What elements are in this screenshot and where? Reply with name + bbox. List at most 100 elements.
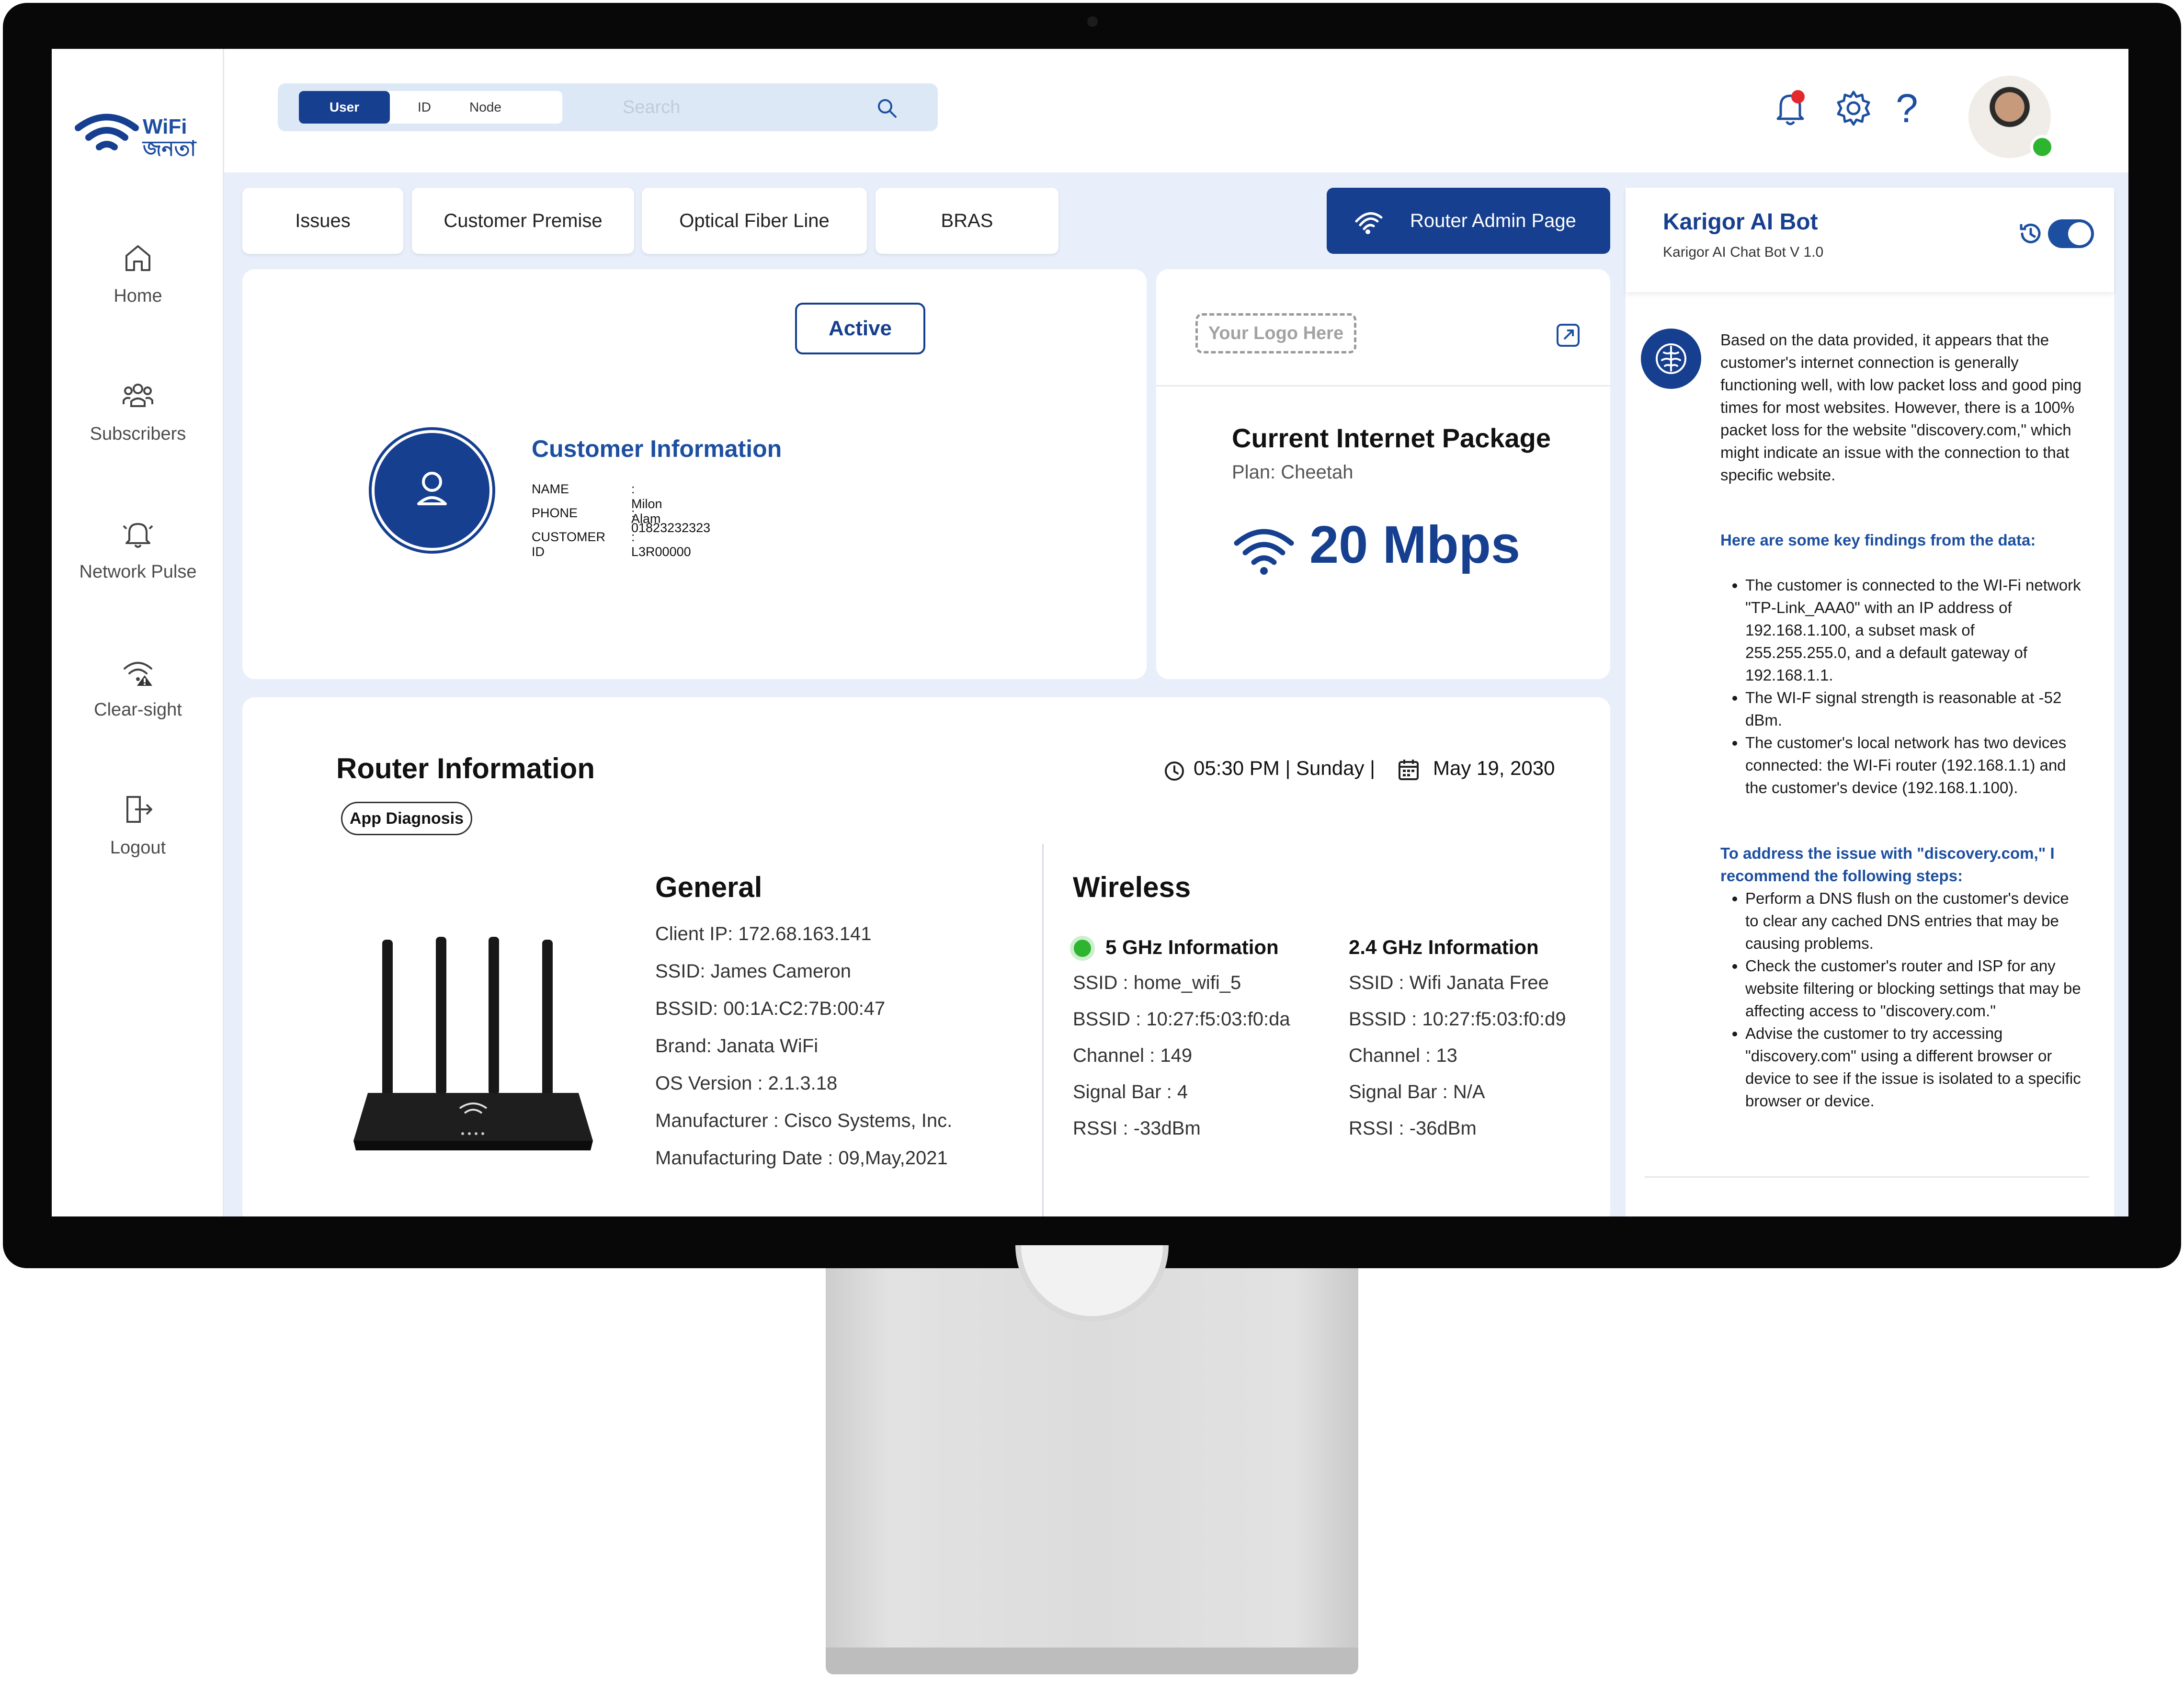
sidebar-item-network-pulse[interactable]: Network Pulse <box>52 516 224 582</box>
sidebar-item-home[interactable]: Home <box>52 240 224 307</box>
list-item: The customer's local network has two dev… <box>1745 731 2084 799</box>
top-header: User ID Node Search ? <box>224 49 2128 172</box>
router-signal-icon <box>1355 212 1383 234</box>
field-label: CUSTOMER ID <box>532 530 606 559</box>
wifi-logo-icon <box>75 114 139 150</box>
camera-dot <box>1087 16 1098 27</box>
app-diagnosis-badge[interactable]: App Diagnosis <box>341 802 472 835</box>
ghz24-title: 2.4 GHz Information <box>1349 936 1539 958</box>
users-icon <box>123 384 153 407</box>
status-dot <box>1070 936 1095 961</box>
sidebar-item-label: Home <box>114 286 162 306</box>
bot-steps-title: To address the issue with "discovery.com… <box>1720 844 2055 885</box>
chatbot-divider <box>1645 1176 2089 1178</box>
tab-optical-fiber-line[interactable]: Optical Fiber Line <box>642 188 867 254</box>
bot-steps-list: Perform a DNS flush on the customer's de… <box>1720 887 2084 1112</box>
list-item: The WI-F signal strength is reasonable a… <box>1745 686 2084 731</box>
scope-id-option[interactable]: ID <box>418 91 431 124</box>
logo-text: WiFi জনতা <box>143 115 196 160</box>
sidebar: WiFi জনতা Home Subscribers Network Pulse… <box>52 49 224 1216</box>
divider <box>1156 385 1610 386</box>
sidebar-item-clear-sight[interactable]: Clear-sight <box>52 654 224 720</box>
toggle-knob <box>2068 222 2091 245</box>
package-plan: Plan: Cheetah <box>1232 462 1354 483</box>
router-image <box>353 937 593 1150</box>
general-client-ip: Client IP: 172.68.163.141 <box>655 923 872 944</box>
sidebar-item-label: Logout <box>110 838 166 858</box>
search-input[interactable]: Search <box>623 83 680 131</box>
wireless-section-title: Wireless <box>1073 871 1191 903</box>
field-label: PHONE <box>532 506 578 520</box>
sidebar-item-logout[interactable]: Logout <box>52 792 224 858</box>
general-os-version: OS Version : 2.1.3.18 <box>655 1073 838 1094</box>
tab-issues[interactable]: Issues <box>242 188 403 254</box>
list-item: Perform a DNS flush on the customer's de… <box>1745 887 2084 955</box>
ghz24-ssid: SSID : Wifi Janata Free <box>1349 972 1549 993</box>
scope-user-option[interactable]: User <box>299 91 390 124</box>
settings-gear-icon[interactable] <box>1833 88 1874 128</box>
general-brand: Brand: Janata WiFi <box>655 1035 819 1057</box>
bot-findings-title: Here are some key findings from the data… <box>1720 531 2036 549</box>
monitor-stand-foot <box>826 1648 1358 1674</box>
chatbot-subtitle: Karigor AI Chat Bot V 1.0 <box>1663 244 1824 260</box>
section-divider <box>1042 844 1044 1216</box>
help-icon[interactable]: ? <box>1896 85 1918 132</box>
general-manufacturing-date: Manufacturing Date : 09,May,2021 <box>655 1148 948 1169</box>
history-icon[interactable] <box>2015 218 2046 249</box>
router-info-title: Router Information <box>336 752 595 784</box>
ghz5-title: 5 GHz Information <box>1105 936 1279 958</box>
bot-findings-list: The customer is connected to the WI-Fi n… <box>1720 574 2084 799</box>
sidebar-item-subscribers[interactable]: Subscribers <box>52 378 224 444</box>
logo-placeholder: Your Logo Here <box>1195 313 1356 353</box>
user-icon <box>417 472 447 505</box>
chatbot-title: Karigor AI Bot <box>1663 209 1818 235</box>
field-value: : L3R00000 <box>631 530 691 559</box>
ghz5-ssid: SSID : home_wifi_5 <box>1073 972 1241 993</box>
bot-message-intro: Based on the data provided, it appears t… <box>1720 331 2082 484</box>
scope-node-option[interactable]: Node <box>469 91 501 124</box>
app-screen: WiFi জনতা Home Subscribers Network Pulse… <box>52 49 2128 1216</box>
clock-icon <box>1165 761 1184 781</box>
notification-badge <box>1791 90 1805 103</box>
sidebar-item-label: Network Pulse <box>79 562 197 582</box>
general-bssid: BSSID: 00:1A:C2:7B:00:47 <box>655 998 886 1019</box>
wifi-warning-icon <box>124 662 152 686</box>
ghz24-channel: Channel : 13 <box>1349 1045 1457 1066</box>
monitor-stand <box>826 1268 1358 1661</box>
general-section-title: General <box>655 871 762 903</box>
ghz5-channel: Channel : 149 <box>1073 1045 1193 1066</box>
ghz24-rssi: RSSI : -36dBm <box>1349 1118 1477 1139</box>
ghz5-signal-bar: Signal Bar : 4 <box>1073 1081 1188 1102</box>
online-status-dot <box>2030 135 2054 159</box>
package-speed: 20 Mbps <box>1309 515 1521 574</box>
calendar-icon <box>1399 760 1419 780</box>
list-item: The customer is connected to the WI-Fi n… <box>1745 574 2084 686</box>
ghz5-rssi: RSSI : -33dBm <box>1073 1118 1201 1139</box>
brain-icon <box>1656 343 1686 374</box>
status-badge[interactable]: Active <box>795 303 925 354</box>
customer-info-title: Customer Information <box>532 435 782 462</box>
external-link-icon[interactable] <box>1555 322 1581 349</box>
customer-avatar <box>375 433 489 548</box>
ghz24-bssid: BSSID : 10:27:f5:03:f0:d9 <box>1349 1009 1566 1030</box>
list-item: Advise the customer to try accessing "di… <box>1745 1022 2084 1112</box>
general-ssid: SSID: James Cameron <box>655 961 852 982</box>
current-time: 05:30 PM | Sunday | <box>1194 757 1376 779</box>
field-label: NAME <box>532 482 569 496</box>
wifi-icon <box>1234 529 1294 575</box>
sidebar-item-label: Clear-sight <box>94 700 182 720</box>
ghz5-bssid: BSSID : 10:27:f5:03:f0:da <box>1073 1009 1290 1030</box>
tab-bras[interactable]: BRAS <box>876 188 1058 254</box>
sidebar-item-label: Subscribers <box>90 424 186 444</box>
ghz24-signal-bar: Signal Bar : N/A <box>1349 1081 1485 1102</box>
logout-icon <box>126 796 152 823</box>
search-icon[interactable] <box>876 97 899 120</box>
search-scope-selector: User ID Node <box>299 91 562 124</box>
package-title: Current Internet Package <box>1232 423 1551 453</box>
home-icon <box>125 245 150 271</box>
current-date: May 19, 2030 <box>1433 757 1555 779</box>
general-manufacturer: Manufacturer : Cisco Systems, Inc. <box>655 1110 953 1131</box>
list-item: Check the customer's router and ISP for … <box>1745 955 2084 1022</box>
tab-customer-premise[interactable]: Customer Premise <box>412 188 634 254</box>
bell-pulse-icon <box>123 523 153 548</box>
